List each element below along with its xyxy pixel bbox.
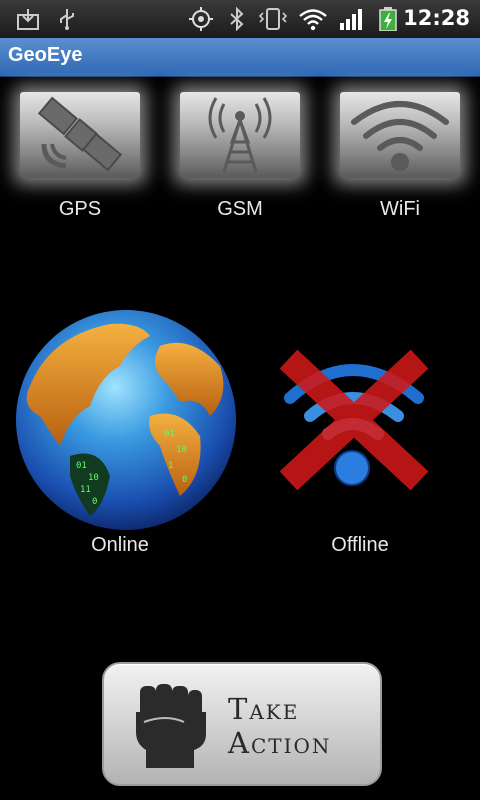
- gsm-label: GSM: [217, 198, 263, 220]
- wifi-icon: [299, 9, 327, 31]
- offline-label: Offline: [331, 534, 389, 556]
- fist-icon: [136, 684, 206, 768]
- globe-icon: 0110 110 0110 10: [16, 310, 236, 530]
- gps-tile-plate: [20, 92, 140, 178]
- take-action-line1: Take: [228, 692, 300, 726]
- svg-text:1: 1: [168, 461, 173, 471]
- usb-icon: [60, 9, 74, 30]
- svg-text:11: 11: [80, 485, 91, 495]
- wifi-icon: [351, 101, 449, 171]
- wifi-crossed-icon: [279, 349, 429, 491]
- bluetooth-icon: [230, 7, 244, 31]
- app-title-bar: GeoEye: [0, 38, 480, 77]
- svg-text:0: 0: [92, 497, 97, 507]
- svg-text:10: 10: [88, 473, 99, 483]
- svg-text:01: 01: [164, 429, 175, 439]
- cell-tower-icon: [208, 97, 272, 173]
- gps-icon: [189, 7, 213, 31]
- take-action-line2: Action: [228, 726, 332, 760]
- svg-text:10: 10: [176, 445, 187, 455]
- app-title: GeoEye: [8, 44, 83, 66]
- clock: 12:28: [403, 6, 470, 30]
- take-action-button[interactable]: Take Action: [102, 662, 382, 786]
- battery-charging-icon: [379, 7, 397, 31]
- svg-text:01: 01: [76, 461, 87, 471]
- gps-label: GPS: [58, 198, 102, 220]
- download-icon: [17, 9, 39, 30]
- wifi-tile[interactable]: WiFi: [338, 92, 462, 228]
- gsm-tile[interactable]: GSM: [178, 92, 302, 228]
- svg-text:0: 0: [182, 475, 187, 485]
- online-status[interactable]: 01 10 11 0 01 10 10 Online: [0, 306, 240, 566]
- gps-tile[interactable]: GPS: [18, 92, 142, 228]
- status-bar: 12:28: [0, 0, 480, 39]
- gsm-tile-plate: [180, 92, 300, 178]
- signal-icon: [340, 9, 362, 30]
- online-label: Online: [91, 534, 149, 556]
- vibrate-icon: [258, 8, 288, 30]
- wifi-label: WiFi: [380, 198, 420, 220]
- offline-status[interactable]: Offline: [240, 306, 480, 566]
- wifi-tile-plate: [340, 92, 460, 178]
- satellite-icon: [37, 96, 123, 172]
